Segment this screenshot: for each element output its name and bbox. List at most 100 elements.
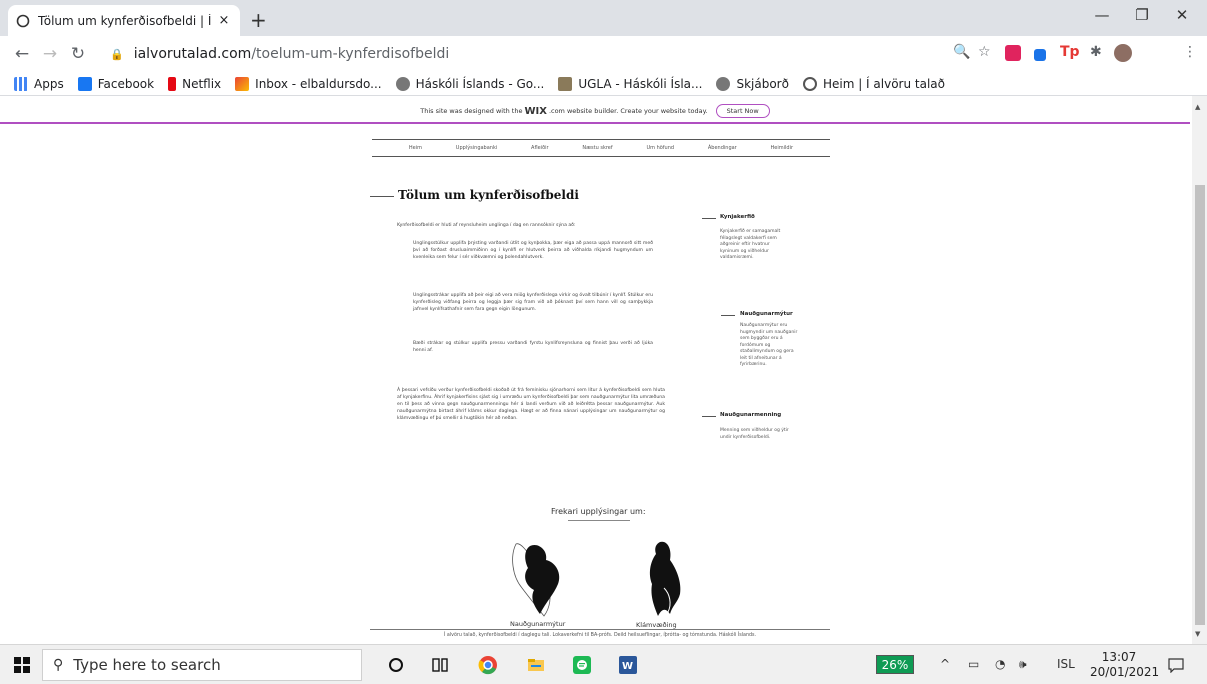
chrome-icon[interactable] [478,655,498,675]
zoom-icon[interactable]: 🔍 [953,44,970,60]
scroll-down-icon[interactable]: ▼ [1195,630,1200,638]
taskbar-search[interactable]: ⚲ Type here to search [42,649,362,681]
svg-text:W: W [622,661,633,672]
side-head-naudgunarmytur: Nauðgunarmýtur [740,311,793,317]
wix-logo: WIX [524,105,547,117]
spotify-icon[interactable] [572,655,592,675]
site-circle-icon [802,76,817,91]
fig-label-klamvaeding[interactable]: Klámvæðing [636,621,677,629]
windows-start-icon[interactable] [14,657,30,673]
title-rule [370,196,394,197]
paragraph-3: Bæði strákar og stúlkur upplifa pressu v… [413,341,653,354]
ugla-owl-icon [558,76,573,91]
bookmark-facebook[interactable]: Facebook [77,76,154,91]
site-footer: Í alvöru talað, kynferðisofbeldi í dagle… [443,633,757,638]
tray-chevron-icon[interactable]: ^ [940,657,950,671]
extension-red-icon[interactable] [1005,45,1021,61]
side-text-naudgunarmytur: Nauðgunarmýtur eru hugmyndir um nauðgani… [740,323,798,368]
fig-label-naudgunarmytur[interactable]: Nauðgunarmýtur [510,620,565,628]
battery-indicator[interactable]: 26% [876,655,914,674]
facebook-icon [77,76,92,91]
back-arrow-icon[interactable]: ← [8,44,36,64]
file-explorer-icon[interactable] [526,655,546,675]
clock-date: 20/01/2021 [1090,665,1160,679]
title-bar: Tölum um kynferðisofbeldi | Í alv × + — … [0,0,1207,36]
tab-title: Tölum um kynferðisofbeldi | Í alv [38,13,216,28]
star-bookmark-icon[interactable]: ☆ [978,44,991,60]
site-favicon-icon [16,14,30,27]
bookmark-ugla[interactable]: UGLA - Háskóli Ísla... [558,76,702,91]
more-info-rule [568,520,630,521]
bookmark-skjabord[interactable]: Skjáborð [716,76,789,91]
nav-heimildir[interactable]: Heimildir [771,145,794,151]
clock-time: 13:07 [1101,650,1137,664]
address-bar[interactable]: 🔒 ialvorutalad.com/toelum-um-kynferdisof… [110,40,1010,68]
paragraph-2: Unglingsstrákar upplifa að þeir eigi að … [413,293,653,313]
paragraph-4: Á þessari vefsíðu verður kynferðisofbeld… [397,388,665,422]
more-info-heading: Frekari upplýsingar um: [551,507,646,516]
volume-icon[interactable]: 🕪 [1019,657,1027,672]
close-window-button[interactable]: ✕ [1162,6,1202,24]
side-head-kynjakerfid: Kynjakerfið [720,214,755,220]
nav-naestu-skref[interactable]: Næstu skref [582,145,612,151]
extension-pen-icon[interactable] [1034,49,1046,61]
browser-toolbar: ← → ↻ 🔒 ialvorutalad.com/toelum-um-kynfe… [0,36,1207,72]
naudgunarmytur-figure[interactable] [508,536,570,620]
language-indicator[interactable]: ISL [1057,657,1075,671]
new-tab-button[interactable]: + [250,8,267,32]
klamvaeding-figure[interactable] [642,538,686,620]
netflix-icon [168,76,177,91]
bookmark-netflix[interactable]: Netflix [168,76,221,91]
tab-close-icon[interactable]: × [216,13,232,28]
wix-banner: This site was designed with the WIX .com… [0,100,1190,124]
globe-icon [395,76,410,91]
bookmarks-bar: Apps Facebook Netflix Inbox - elbaldursd… [0,72,1207,96]
paragraph-1: Unglingsstúlkur upplifa þrýsting varðand… [413,241,653,261]
extension-tp-icon[interactable]: Tp [1060,44,1080,60]
side-rule-1 [702,218,716,219]
nav-um-hofund[interactable]: Um höfund [646,145,674,151]
apps-grid-icon [14,76,28,91]
extensions-puzzle-icon[interactable]: ✱ [1090,44,1102,60]
site-nav: Heim Upplýsingabanki Afleiðir Næstu skre… [372,139,830,157]
scrollbar-thumb[interactable] [1195,185,1205,625]
footer-rule [370,629,830,630]
notifications-icon[interactable] [1168,657,1184,673]
lock-icon: 🔒 [110,47,124,61]
page-title: Tölum um kynferðisofbeldi [398,188,579,202]
side-text-naudgunarmenning: Menning sem viðheldur og ýtir undir kynf… [720,428,789,440]
url-host: ialvorutalad.com [133,46,252,62]
tray-monitor-icon[interactable]: ▭ [968,657,979,671]
minimize-button[interactable]: — [1082,6,1122,24]
nav-abendingar[interactable]: Ábendingar [708,145,737,151]
task-view-icon[interactable] [430,655,450,675]
globe-icon [716,76,731,91]
restore-button[interactable]: ❐ [1122,6,1162,24]
search-placeholder: Type here to search [73,656,221,674]
nav-upplysingabanki[interactable]: Upplýsingabanki [456,145,497,151]
windows-taskbar: ⚲ Type here to search W 26% ^ ▭ ◔ 🕪 ISL … [0,644,1207,684]
profile-avatar[interactable] [1114,44,1132,62]
scroll-up-icon[interactable]: ▲ [1195,103,1200,111]
reload-icon[interactable]: ↻ [64,44,92,64]
menu-kebab-icon[interactable]: ⋮ [1183,44,1197,60]
side-head-naudgunarmenning: Nauðgunarmenning [720,412,782,418]
start-now-button[interactable]: Start Now [715,104,770,118]
nav-heim[interactable]: Heim [409,145,422,151]
word-icon[interactable]: W [618,655,638,675]
nav-afleidir[interactable]: Afleiðir [531,145,549,151]
search-icon: ⚲ [53,657,64,673]
wifi-icon[interactable]: ◔ [995,657,1005,671]
gmail-icon [235,76,250,91]
bookmark-heim[interactable]: Heim | Í alvöru talað [802,76,945,91]
cortana-icon[interactable] [386,655,406,675]
taskbar-clock[interactable]: 13:07 20/01/2021 [1090,650,1160,680]
browser-tab[interactable]: Tölum um kynferðisofbeldi | Í alv × [8,5,240,36]
bookmark-apps[interactable]: Apps [14,76,64,91]
bookmark-hi[interactable]: Háskóli Íslands - Go... [395,76,544,91]
side-rule-2 [721,315,735,316]
url-path: /toelum-um-kynferdisofbeldi [251,46,450,62]
bookmark-gmail[interactable]: Inbox - elbaldursdo... [235,76,382,91]
forward-arrow-icon[interactable]: → [36,44,64,64]
intro-text: Kynferðisofbeldi er hluti af reynsluheim… [397,223,576,228]
